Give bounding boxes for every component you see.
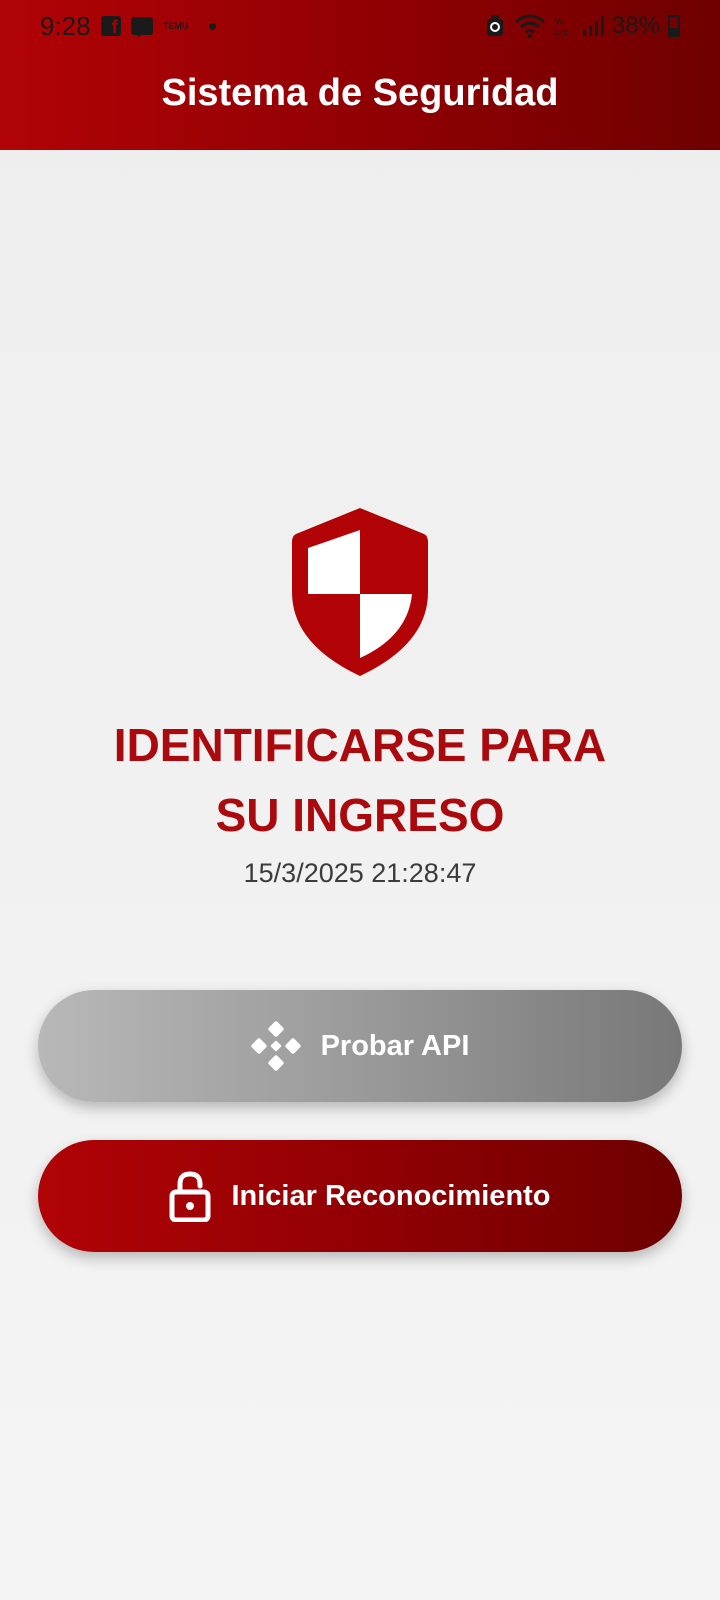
status-bar: 9:28 f TEMU Vo LTE 38%	[0, 0, 720, 52]
headline-line-2: SU INGRESO	[215, 789, 505, 841]
datetime-label: 15/3/2025 21:28:47	[243, 858, 477, 888]
test-api-button[interactable]: Probar API	[38, 990, 682, 1102]
shield-icon	[292, 508, 428, 676]
signal-icon	[582, 16, 604, 36]
svg-text:LTE: LTE	[555, 28, 569, 37]
identification-heading: IDENTIFICARSE PARA SU INGRESO	[60, 710, 660, 850]
test-api-label: Probar API	[320, 1029, 470, 1062]
temu-label: TEMU	[162, 21, 189, 31]
volte-icon: Vo LTE	[555, 17, 569, 37]
page-title: Sistema de Seguridad	[161, 72, 559, 114]
headline-line-1: IDENTIFICARSE PARA	[113, 719, 607, 771]
message-icon	[130, 17, 153, 37]
start-recognition-label: Iniciar Reconocimiento	[231, 1179, 551, 1212]
battery-icon	[668, 15, 680, 37]
temu-icon: TEMU	[163, 21, 189, 31]
status-time: 9:28	[40, 10, 91, 41]
alarm-icon	[486, 15, 503, 36]
status-left: 9:28 f TEMU	[40, 11, 216, 42]
more-notifications-dot-icon	[208, 22, 216, 30]
lock-open-icon	[169, 1171, 211, 1222]
facebook-icon: f	[100, 16, 121, 37]
svg-text:Vo: Vo	[555, 17, 565, 26]
wifi-icon	[514, 14, 545, 38]
status-right: Vo LTE 38%	[484, 12, 680, 40]
start-recognition-button[interactable]: Iniciar Reconocimiento	[38, 1140, 682, 1252]
battery-percent: 38%	[611, 12, 660, 39]
api-icon	[250, 1021, 301, 1071]
